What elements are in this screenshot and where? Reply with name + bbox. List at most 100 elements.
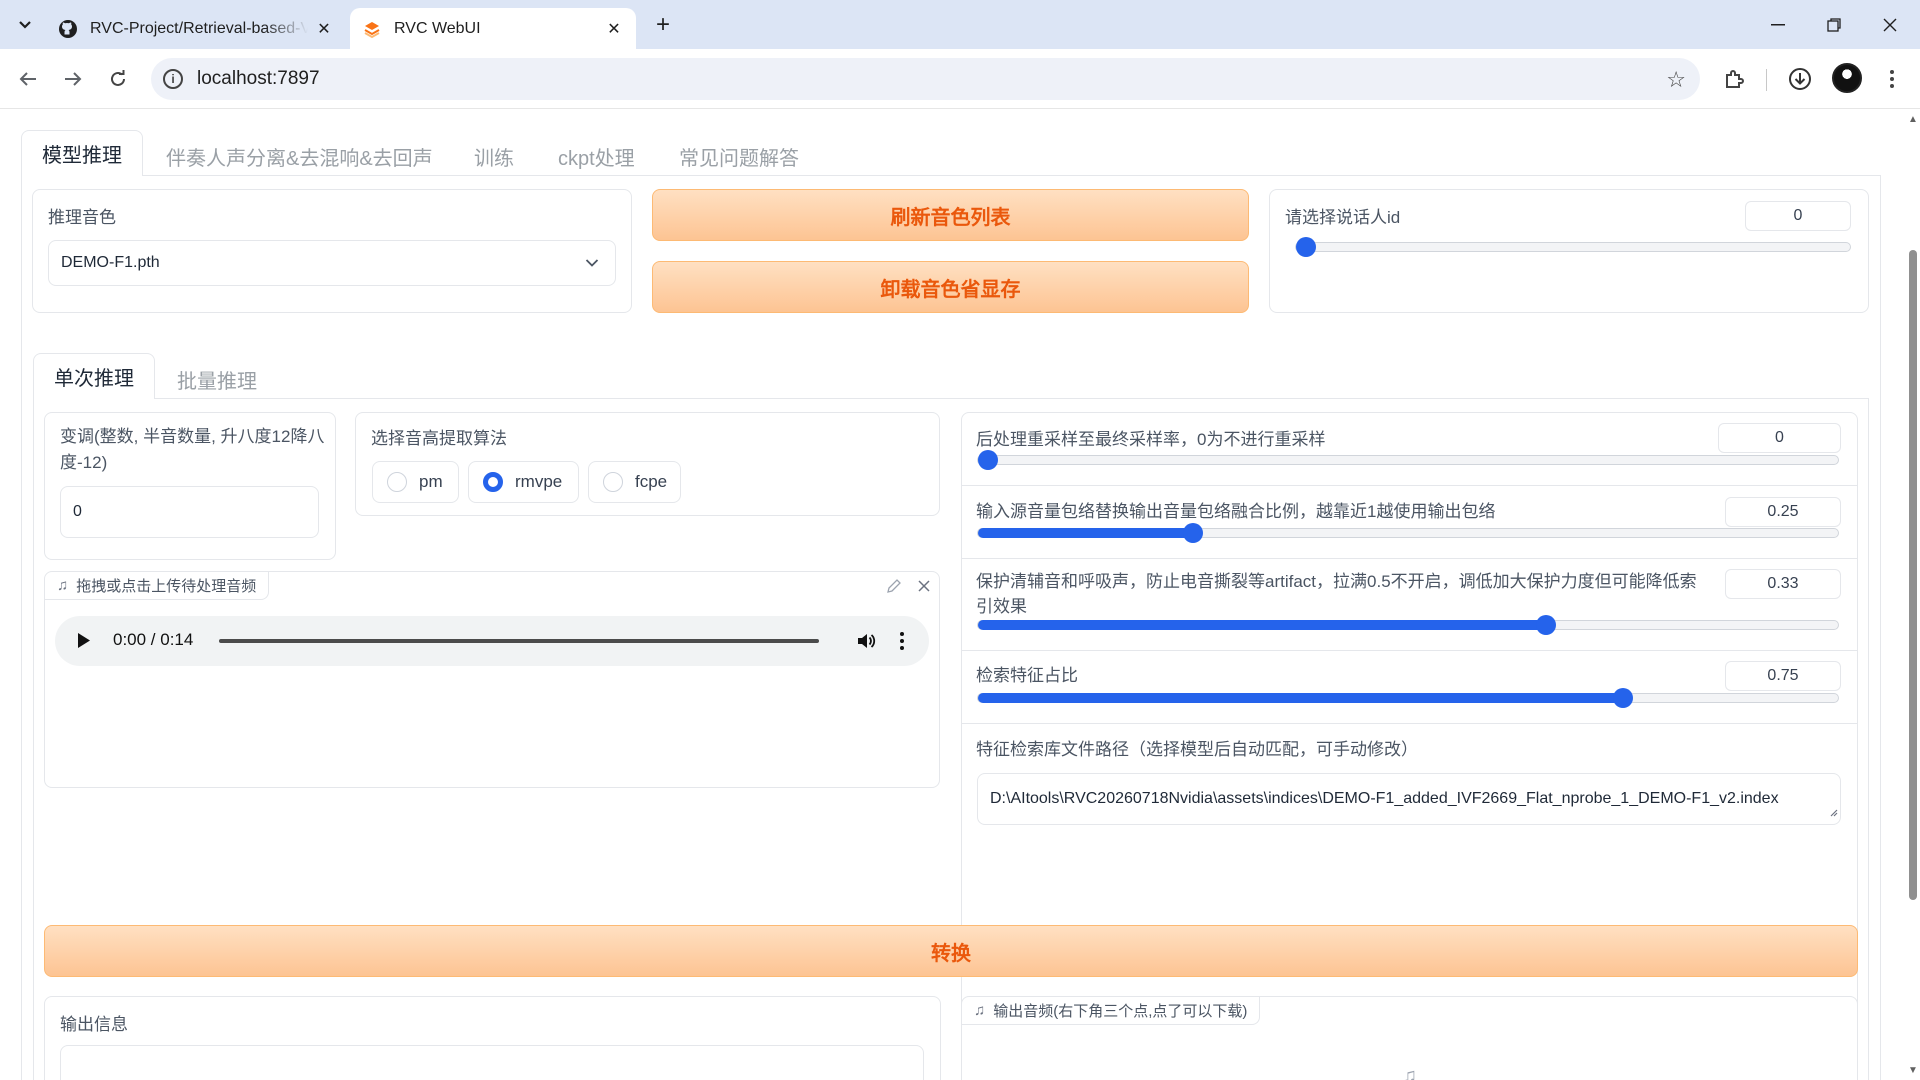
radio-button[interactable] xyxy=(387,472,407,492)
speaker-id-slider[interactable] xyxy=(1295,237,1851,257)
resample-label: 后处理重采样至最终采样率，0为不进行重采样 xyxy=(976,430,1326,449)
empty-audio-music-icon: ♫ xyxy=(1402,1065,1417,1080)
download-icon[interactable] xyxy=(1786,65,1814,93)
new-tab-plus-icon[interactable]: + xyxy=(648,10,678,40)
github-icon xyxy=(58,19,78,39)
rms-mix-input[interactable]: 0.25 xyxy=(1725,497,1841,527)
index-path-textbox[interactable]: D:\AItools\RVC20260718Nvidia\assets\indi… xyxy=(977,773,1841,825)
slider-fill xyxy=(978,528,1193,538)
slider-thumb[interactable] xyxy=(1183,523,1203,543)
profile-avatar[interactable] xyxy=(1832,63,1862,93)
slider-thumb[interactable] xyxy=(1535,615,1556,635)
play-icon[interactable] xyxy=(77,632,91,654)
index-rate-slider[interactable] xyxy=(977,688,1839,708)
minimize-window-icon[interactable] xyxy=(1750,0,1806,49)
transpose-input[interactable]: 0 xyxy=(60,486,319,538)
browser-tab-rvc-webui[interactable]: RVC WebUI ✕ xyxy=(350,8,636,49)
radio-button[interactable] xyxy=(603,472,623,492)
input-audio-label-box: ♫ 拖拽或点击上传待处理音频 xyxy=(45,572,270,600)
address-url[interactable]: localhost:7897 xyxy=(197,68,320,90)
back-arrow-icon[interactable] xyxy=(12,63,44,95)
f0-method-panel: 选择音高提取算法 pm rmvpe fcpe xyxy=(355,412,940,516)
f0-option-fcpe[interactable]: fcpe xyxy=(588,461,681,503)
browser-tab-github[interactable]: RVC-Project/Retrieval-based-Voice-Conver… xyxy=(46,8,346,49)
scrollbar-thumb[interactable] xyxy=(1909,250,1917,900)
main-tab-ckpt[interactable]: ckpt处理 xyxy=(558,142,635,171)
bookmark-star-icon[interactable]: ☆ xyxy=(1666,67,1686,93)
radio-label: pm xyxy=(419,472,443,491)
page-viewport: 模型推理 伴奏人声分离&去混响&去回声 训练 ckpt处理 常见问题解答 推理音… xyxy=(0,110,1906,1080)
main-tab-train[interactable]: 训练 xyxy=(474,142,514,171)
slider-thumb[interactable] xyxy=(978,450,998,470)
main-tab-faq[interactable]: 常见问题解答 xyxy=(679,142,799,171)
slider-thumb[interactable] xyxy=(1613,688,1633,708)
unload-voice-button[interactable]: 卸载音色省显存 xyxy=(652,261,1249,313)
output-info-panel: 输出信息 xyxy=(44,996,941,1080)
browser-tab-title: RVC-Project/Retrieval-based-Voice-Conver… xyxy=(90,19,308,37)
output-audio-panel: ♫ 输出音频(右下角三个点,点了可以下载) ♫ xyxy=(961,996,1858,1080)
radio-label: rmvpe xyxy=(515,472,563,491)
page-scrollbar[interactable]: ▲ ▼ xyxy=(1906,110,1920,1080)
protect-label: 保护清辅音和呼吸声，防止电音撕裂等artifact，拉满0.5不开启，调低加大保… xyxy=(976,572,1697,616)
restore-window-icon[interactable] xyxy=(1806,0,1862,49)
close-window-icon[interactable] xyxy=(1862,0,1918,49)
volume-icon[interactable] xyxy=(856,631,876,656)
output-audio-label: 输出音频(右下角三个点,点了可以下载) xyxy=(993,1003,1248,1020)
divider xyxy=(962,650,1857,651)
resample-input[interactable]: 0 xyxy=(1718,423,1841,453)
close-tab-icon[interactable]: ✕ xyxy=(314,19,334,39)
speaker-id-panel: 请选择说话人id 0 xyxy=(1269,189,1869,313)
clear-audio-close-icon[interactable] xyxy=(916,578,932,599)
transpose-panel: 变调(整数, 半音数量, 升八度12降八度-12) 0 xyxy=(44,412,336,560)
reload-icon[interactable] xyxy=(102,63,134,95)
audio-more-kebab-icon[interactable] xyxy=(899,631,905,656)
address-bar[interactable]: i localhost:7897 ☆ xyxy=(151,58,1700,100)
divider xyxy=(962,485,1857,486)
main-tab-inference[interactable]: 模型推理 xyxy=(21,130,143,176)
tab-search-chevron-icon[interactable] xyxy=(10,10,40,40)
output-info-textbox[interactable] xyxy=(60,1045,924,1080)
input-audio-panel[interactable]: ♫ 拖拽或点击上传待处理音频 0:00 / 0:14 xyxy=(44,571,940,788)
forward-arrow-icon[interactable] xyxy=(57,63,89,95)
convert-button[interactable]: 转换 xyxy=(44,925,1858,977)
index-rate-label: 检索特征占比 xyxy=(976,666,1078,685)
tab-label: 模型推理 xyxy=(42,145,122,167)
f0-option-pm[interactable]: pm xyxy=(372,461,459,503)
slider-fill xyxy=(978,620,1546,630)
scroll-down-arrow-icon[interactable]: ▼ xyxy=(1908,1065,1918,1076)
resize-handle-icon[interactable] xyxy=(1828,804,1838,822)
speaker-id-label: 请选择说话人id xyxy=(1285,208,1401,227)
main-tab-uvr[interactable]: 伴奏人声分离&去混响&去回声 xyxy=(166,142,433,171)
scroll-up-arrow-icon[interactable]: ▲ xyxy=(1908,114,1918,125)
audio-time-display: 0:00 / 0:14 xyxy=(113,630,194,649)
music-note-icon: ♫ xyxy=(974,1002,986,1019)
refresh-voices-button[interactable]: 刷新音色列表 xyxy=(652,189,1249,241)
divider xyxy=(962,558,1857,559)
speaker-id-input[interactable]: 0 xyxy=(1745,201,1851,231)
rms-mix-slider[interactable] xyxy=(977,523,1839,543)
sub-tab-single[interactable]: 单次推理 xyxy=(33,353,155,399)
radio-button-checked[interactable] xyxy=(483,472,503,492)
protect-slider[interactable] xyxy=(977,615,1839,635)
f0-method-label: 选择音高提取算法 xyxy=(371,429,507,448)
voice-select-label: 推理音色 xyxy=(48,208,116,227)
site-info-icon[interactable]: i xyxy=(163,69,183,89)
resample-slider[interactable] xyxy=(977,450,1839,470)
input-audio-label: 拖拽或点击上传待处理音频 xyxy=(76,578,257,595)
index-rate-input[interactable]: 0.75 xyxy=(1725,661,1841,691)
input-audio-player[interactable]: 0:00 / 0:14 xyxy=(55,616,929,666)
voice-dropdown[interactable]: DEMO-F1.pth xyxy=(48,240,616,286)
slider-thumb[interactable] xyxy=(1296,237,1316,257)
chevron-down-icon xyxy=(585,255,599,273)
rms-mix-label: 输入源音量包络替换输出音量包络融合比例，越靠近1越使用输出包络 xyxy=(976,502,1496,521)
divider xyxy=(962,723,1857,724)
browser-menu-kebab-icon[interactable] xyxy=(1878,65,1906,93)
protect-input[interactable]: 0.33 xyxy=(1725,569,1841,599)
f0-option-rmvpe[interactable]: rmvpe xyxy=(468,461,579,503)
sub-tab-batch[interactable]: 批量推理 xyxy=(177,365,257,394)
audio-progress-bar[interactable] xyxy=(219,639,819,643)
extensions-puzzle-icon[interactable] xyxy=(1720,65,1748,93)
slider-fill xyxy=(978,693,1623,703)
close-tab-icon[interactable]: ✕ xyxy=(604,19,624,39)
edit-pencil-icon[interactable] xyxy=(886,578,902,599)
